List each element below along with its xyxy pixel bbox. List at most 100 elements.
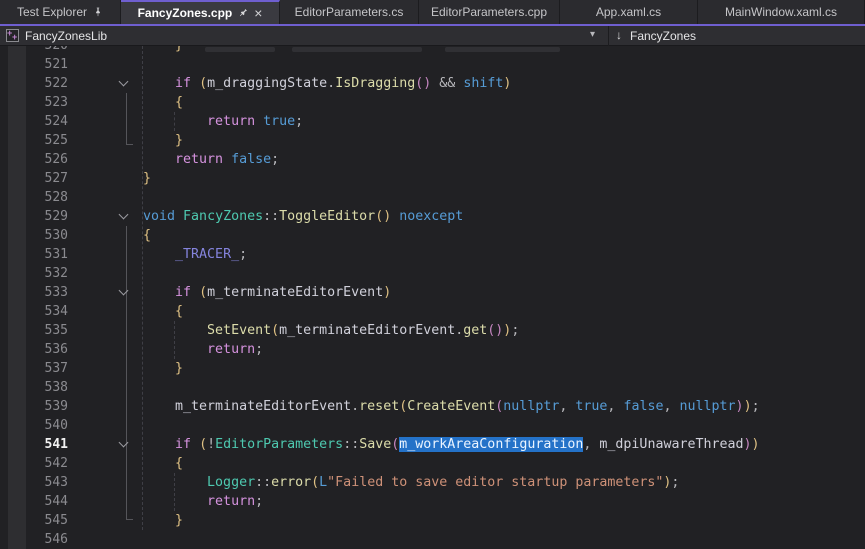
- fold-margin: [68, 321, 143, 340]
- code-line[interactable]: 528: [0, 188, 865, 207]
- fold-margin: [68, 131, 143, 150]
- code-text: {: [143, 304, 183, 319]
- close-icon[interactable]: ×: [254, 8, 262, 18]
- code-text: return false;: [143, 152, 279, 167]
- code-text: }: [143, 171, 151, 186]
- fold-chevron-icon[interactable]: [119, 438, 129, 448]
- line-number: 537: [0, 361, 68, 376]
- tab-label: MainWindow.xaml.cs: [725, 5, 837, 19]
- cpp-project-icon: ++: [6, 29, 19, 42]
- code-line[interactable]: 535 SetEvent(m_terminateEditorEvent.get(…: [0, 321, 865, 340]
- code-line[interactable]: 545 }: [0, 511, 865, 530]
- code-text: Logger::error(L"Failed to save editor st…: [143, 475, 679, 490]
- line-number: 534: [0, 304, 68, 319]
- fold-margin: [68, 188, 143, 207]
- code-line[interactable]: 536 return;: [0, 340, 865, 359]
- code-line[interactable]: 520 }: [0, 46, 865, 55]
- line-number: 525: [0, 133, 68, 148]
- code-line[interactable]: 533 if (m_terminateEditorEvent): [0, 283, 865, 302]
- code-line[interactable]: 529 void FancyZones::ToggleEditor() noexc…: [0, 207, 865, 226]
- tab-test-explorer[interactable]: Test Explorer: [0, 0, 121, 24]
- fold-margin: [68, 150, 143, 169]
- tab-app-xaml-cs[interactable]: App.xaml.cs: [560, 0, 698, 24]
- code-text: SetEvent(m_terminateEditorEvent.get());: [143, 323, 519, 338]
- code-text: return true;: [143, 114, 303, 129]
- code-line[interactable]: 526 return false;: [0, 150, 865, 169]
- code-text: {: [143, 228, 151, 243]
- code-line[interactable]: 521: [0, 55, 865, 74]
- code-line[interactable]: 537 }: [0, 359, 865, 378]
- code-line[interactable]: 527}: [0, 169, 865, 188]
- code-line[interactable]: 524 return true;: [0, 112, 865, 131]
- line-number: 540: [0, 418, 68, 433]
- code-line[interactable]: 542 {: [0, 454, 865, 473]
- code-lines: 520 } 521 522 if (m_draggingState.IsDraggi…: [0, 46, 865, 549]
- line-number: 529: [0, 209, 68, 224]
- pin-icon[interactable]: [238, 8, 248, 18]
- code-line[interactable]: 539 m_terminateEditorEvent.reset(CreateE…: [0, 397, 865, 416]
- code-line[interactable]: 523 {: [0, 93, 865, 112]
- symbol-dropdown[interactable]: FancyZones: [630, 29, 696, 43]
- code-text: void FancyZones::ToggleEditor() noexcept: [143, 209, 463, 224]
- line-number: 543: [0, 475, 68, 490]
- fold-margin: [68, 530, 143, 549]
- fold-chevron-icon[interactable]: [119, 286, 129, 296]
- line-number: 542: [0, 456, 68, 471]
- fold-margin: [68, 454, 143, 473]
- code-line[interactable]: 522 if (m_draggingState.IsDragging() && …: [0, 74, 865, 93]
- code-text: }: [143, 133, 183, 148]
- code-line[interactable]: 525 }: [0, 131, 865, 150]
- code-line[interactable]: 530 {: [0, 226, 865, 245]
- code-editor[interactable]: 520 } 521 522 if (m_draggingState.IsDraggi…: [0, 46, 865, 549]
- fold-margin: [68, 207, 143, 226]
- down-arrow-icon: ↓: [616, 28, 622, 42]
- tab-fancyzones-cpp[interactable]: FancyZones.cpp ×: [121, 0, 280, 24]
- line-number: 521: [0, 57, 68, 72]
- fold-margin: [68, 226, 143, 245]
- chevron-down-icon[interactable]: ▾: [590, 29, 595, 40]
- code-text: if (m_draggingState.IsDragging() && shif…: [143, 76, 511, 91]
- line-number: 527: [0, 171, 68, 186]
- fold-margin: [68, 93, 143, 112]
- tab-editorparameters-cpp[interactable]: EditorParameters.cpp: [419, 0, 560, 24]
- code-text: }: [143, 46, 183, 53]
- pin-icon[interactable]: [93, 7, 103, 17]
- project-dropdown[interactable]: FancyZonesLib: [25, 29, 107, 43]
- tab-mainwindow-xaml-cs[interactable]: MainWindow.xaml.cs: [698, 0, 865, 24]
- fold-margin: [68, 55, 143, 74]
- fold-margin: [68, 416, 143, 435]
- code-line[interactable]: 531 _TRACER_;: [0, 245, 865, 264]
- code-text: _TRACER_;: [143, 247, 247, 262]
- code-text: return;: [143, 494, 263, 509]
- fold-margin: [68, 511, 143, 530]
- fold-chevron-icon[interactable]: [119, 77, 129, 87]
- tab-editorparameters-cs[interactable]: EditorParameters.cs: [280, 0, 419, 24]
- code-text: {: [143, 95, 183, 110]
- line-number: 520: [0, 46, 68, 53]
- code-line[interactable]: 534 {: [0, 302, 865, 321]
- tab-label: EditorParameters.cs: [295, 5, 404, 19]
- fold-margin: [68, 264, 143, 283]
- code-line[interactable]: 538: [0, 378, 865, 397]
- code-line[interactable]: 544 return;: [0, 492, 865, 511]
- code-text: return;: [143, 342, 263, 357]
- code-line[interactable]: 541 if (!EditorParameters::Save(m_workAr…: [0, 435, 865, 454]
- selected-text[interactable]: m_workAreaConfiguration: [399, 437, 583, 452]
- line-number: 544: [0, 494, 68, 509]
- code-line[interactable]: 532: [0, 264, 865, 283]
- line-number: 535: [0, 323, 68, 338]
- line-number: 533: [0, 285, 68, 300]
- line-number: 522: [0, 76, 68, 91]
- fold-margin: [68, 74, 143, 93]
- line-number: 541: [0, 437, 68, 452]
- line-number: 530: [0, 228, 68, 243]
- fold-margin: [68, 359, 143, 378]
- fold-margin: [68, 283, 143, 302]
- fold-margin: [68, 492, 143, 511]
- code-line[interactable]: 543 Logger::error(L"Failed to save edito…: [0, 473, 865, 492]
- fold-margin: [68, 169, 143, 188]
- line-number: 523: [0, 95, 68, 110]
- code-line[interactable]: 540: [0, 416, 865, 435]
- code-line[interactable]: 546: [0, 530, 865, 549]
- fold-chevron-icon[interactable]: [119, 210, 129, 220]
